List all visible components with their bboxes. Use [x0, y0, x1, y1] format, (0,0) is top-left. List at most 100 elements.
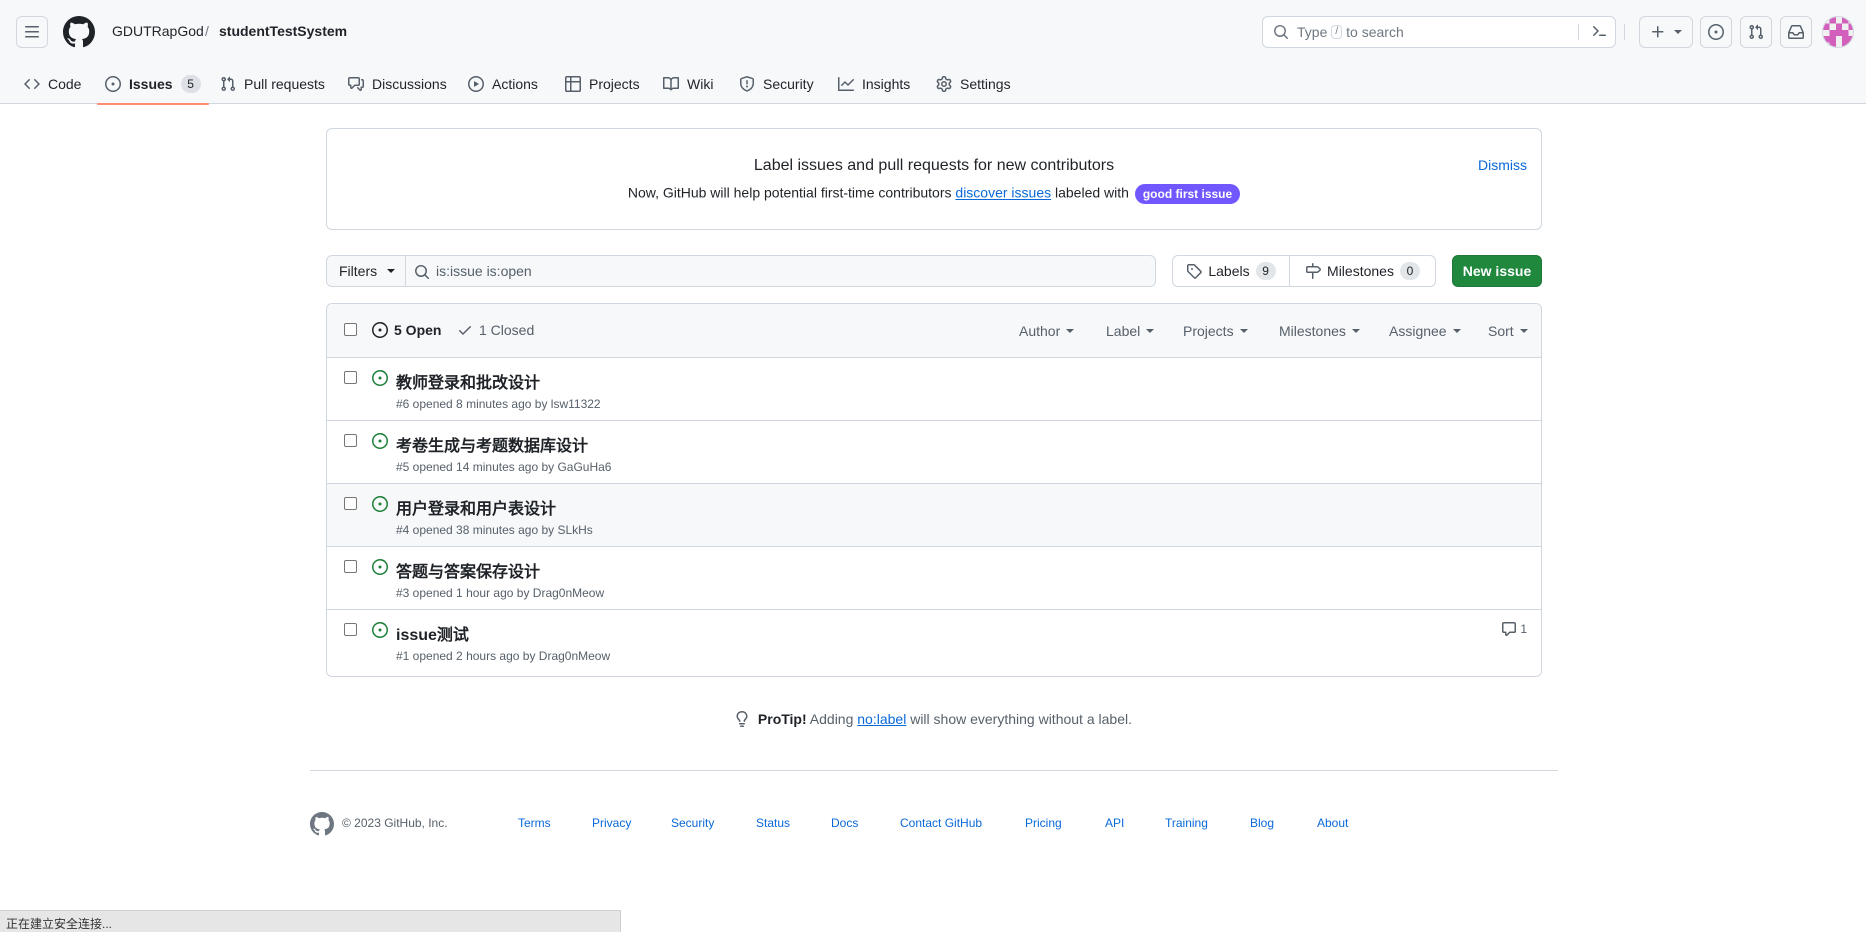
issue-row[interactable]: issue测试 #1 opened 2 hours ago by Drag0nM… [327, 610, 1541, 673]
issue-title-link[interactable]: 考卷生成与考题数据库设计 [396, 432, 588, 456]
issue-title-link[interactable]: 教师登录和批改设计 [396, 369, 540, 393]
footer-link-blog[interactable]: Blog [1250, 816, 1274, 830]
issue-checkbox[interactable] [344, 623, 357, 636]
breadcrumb-owner[interactable]: GDUTRapGod [112, 23, 204, 39]
your-issues-button[interactable] [1700, 16, 1732, 48]
create-new-button[interactable] [1639, 16, 1693, 48]
select-all-checkbox[interactable] [344, 323, 357, 336]
issue-opened-icon [105, 76, 121, 92]
notifications-button[interactable] [1780, 16, 1812, 48]
tab-label: Pull requests [244, 76, 325, 92]
tab-actions[interactable]: Actions [468, 64, 538, 104]
breadcrumb-repo[interactable]: studentTestSystem [219, 23, 347, 39]
github-logo-icon[interactable] [63, 16, 95, 48]
banner-text: Now, GitHub will help potential first-ti… [327, 184, 1541, 204]
footer-link-privacy[interactable]: Privacy [592, 816, 631, 830]
tab-label: Wiki [687, 76, 714, 92]
filters-dropdown[interactable]: Filters [326, 255, 406, 287]
milestones-button[interactable]: Milestones 0 [1289, 255, 1436, 287]
header-divider [1624, 24, 1625, 40]
comments-link[interactable]: 1 [1501, 621, 1527, 637]
browser-status-bar: 正在建立安全连接... [0, 910, 621, 932]
issue-opened-icon [372, 559, 388, 575]
issue-search-input[interactable]: is:issue is:open [405, 255, 1156, 287]
dismiss-button[interactable]: Dismiss [1478, 157, 1527, 173]
issue-row[interactable]: 答题与答案保存设计 #3 opened 1 hour ago by Drag0n… [327, 547, 1541, 610]
comments-count: 1 [1520, 622, 1527, 636]
labels-label: Labels [1208, 263, 1250, 279]
tab-settings[interactable]: Settings [936, 64, 1011, 104]
issue-checkbox[interactable] [344, 497, 357, 510]
footer-link-pricing[interactable]: Pricing [1025, 816, 1062, 830]
search-shortcut-key: / [1331, 25, 1343, 39]
footer-link-contact[interactable]: Contact GitHub [900, 816, 982, 830]
label-filter-dropdown[interactable]: Label [1106, 323, 1155, 339]
tab-label: Code [48, 76, 82, 92]
tab-discussions[interactable]: Discussions [348, 64, 447, 104]
contributors-banner: Label issues and pull requests for new c… [326, 128, 1542, 230]
git-pull-request-icon [221, 76, 236, 92]
new-issue-button[interactable]: New issue [1452, 255, 1542, 287]
your-pull-requests-button[interactable] [1740, 16, 1772, 48]
milestones-filter-dropdown[interactable]: Milestones [1279, 323, 1360, 339]
issue-row[interactable]: 考卷生成与考题数据库设计 #5 opened 14 minutes ago by… [327, 421, 1541, 484]
check-icon [459, 326, 471, 335]
protip-before: Adding [809, 711, 854, 727]
issue-title-link[interactable]: 答题与答案保存设计 [396, 558, 540, 582]
footer-link-about[interactable]: About [1317, 816, 1348, 830]
triangle-down-icon [1452, 329, 1461, 333]
no-label-link[interactable]: no:label [857, 711, 906, 727]
footer-link-terms[interactable]: Terms [518, 816, 551, 830]
issue-list: 5 Open 1 Closed Author Label Projects Mi… [326, 303, 1542, 677]
issue-opened-icon [372, 496, 388, 512]
sort-dropdown[interactable]: Sort [1488, 323, 1528, 339]
open-issues-filter[interactable]: 5 Open [372, 322, 441, 338]
git-pull-request-icon [1749, 24, 1764, 40]
issue-title-link[interactable]: issue测试 [396, 621, 469, 645]
user-avatar[interactable] [1822, 16, 1854, 48]
tab-security[interactable]: Security [739, 64, 814, 104]
issue-checkbox[interactable] [344, 560, 357, 573]
footer-link-docs[interactable]: Docs [831, 816, 858, 830]
tab-wiki[interactable]: Wiki [663, 64, 713, 104]
footer-link-training[interactable]: Training [1165, 816, 1208, 830]
footer-link-api[interactable]: API [1105, 816, 1124, 830]
footer-link-status[interactable]: Status [756, 816, 790, 830]
tab-projects[interactable]: Projects [565, 64, 640, 104]
labels-button[interactable]: Labels 9 [1172, 255, 1290, 287]
comment-discussion-icon [348, 77, 364, 91]
good-first-issue-label[interactable]: good first issue [1134, 184, 1241, 204]
issue-row[interactable]: 用户登录和用户表设计 #4 opened 38 minutes ago by S… [327, 484, 1541, 547]
hamburger-menu-button[interactable] [16, 16, 48, 48]
footer-link-security[interactable]: Security [671, 816, 714, 830]
banner-title: Label issues and pull requests for new c… [753, 157, 1115, 174]
issue-checkbox[interactable] [344, 434, 357, 447]
protip-after: will show everything without a label. [910, 711, 1132, 727]
tab-issues[interactable]: Issues 5 [97, 64, 209, 105]
comment-icon [1502, 622, 1517, 636]
facet-label: Label [1106, 323, 1141, 339]
global-search-input[interactable]: Type / to search [1262, 16, 1616, 48]
assignee-filter-dropdown[interactable]: Assignee [1389, 323, 1461, 339]
header-top-bar: GDUTRapGod / studentTestSystem Type / to… [0, 0, 1866, 64]
issue-search-query: is:issue is:open [436, 263, 532, 279]
discover-issues-link[interactable]: discover issues [955, 185, 1051, 201]
issue-title-link[interactable]: 用户登录和用户表设计 [396, 495, 556, 519]
projects-filter-dropdown[interactable]: Projects [1183, 323, 1248, 339]
issue-row[interactable]: 教师登录和批改设计 #6 opened 8 minutes ago by lsw… [327, 358, 1541, 421]
issue-opened-icon [1708, 24, 1724, 40]
repo-tabs: Code Issues 5 Pull requests Discussions … [0, 64, 1866, 105]
tab-code[interactable]: Code [24, 64, 81, 104]
copyright: © 2023 GitHub, Inc. [342, 816, 448, 830]
tab-pull-requests[interactable]: Pull requests [220, 64, 325, 104]
tab-insights[interactable]: Insights [838, 64, 910, 104]
search-icon [415, 265, 430, 280]
issue-meta: #3 opened 1 hour ago by Drag0nMeow [396, 586, 605, 600]
closed-issues-filter[interactable]: 1 Closed [457, 322, 534, 338]
command-palette-icon[interactable] [1591, 23, 1607, 39]
github-mark-icon[interactable] [310, 812, 334, 836]
issue-opened-icon [372, 322, 388, 338]
issue-checkbox[interactable] [344, 371, 357, 384]
play-icon [468, 76, 484, 92]
author-filter-dropdown[interactable]: Author [1019, 323, 1075, 339]
